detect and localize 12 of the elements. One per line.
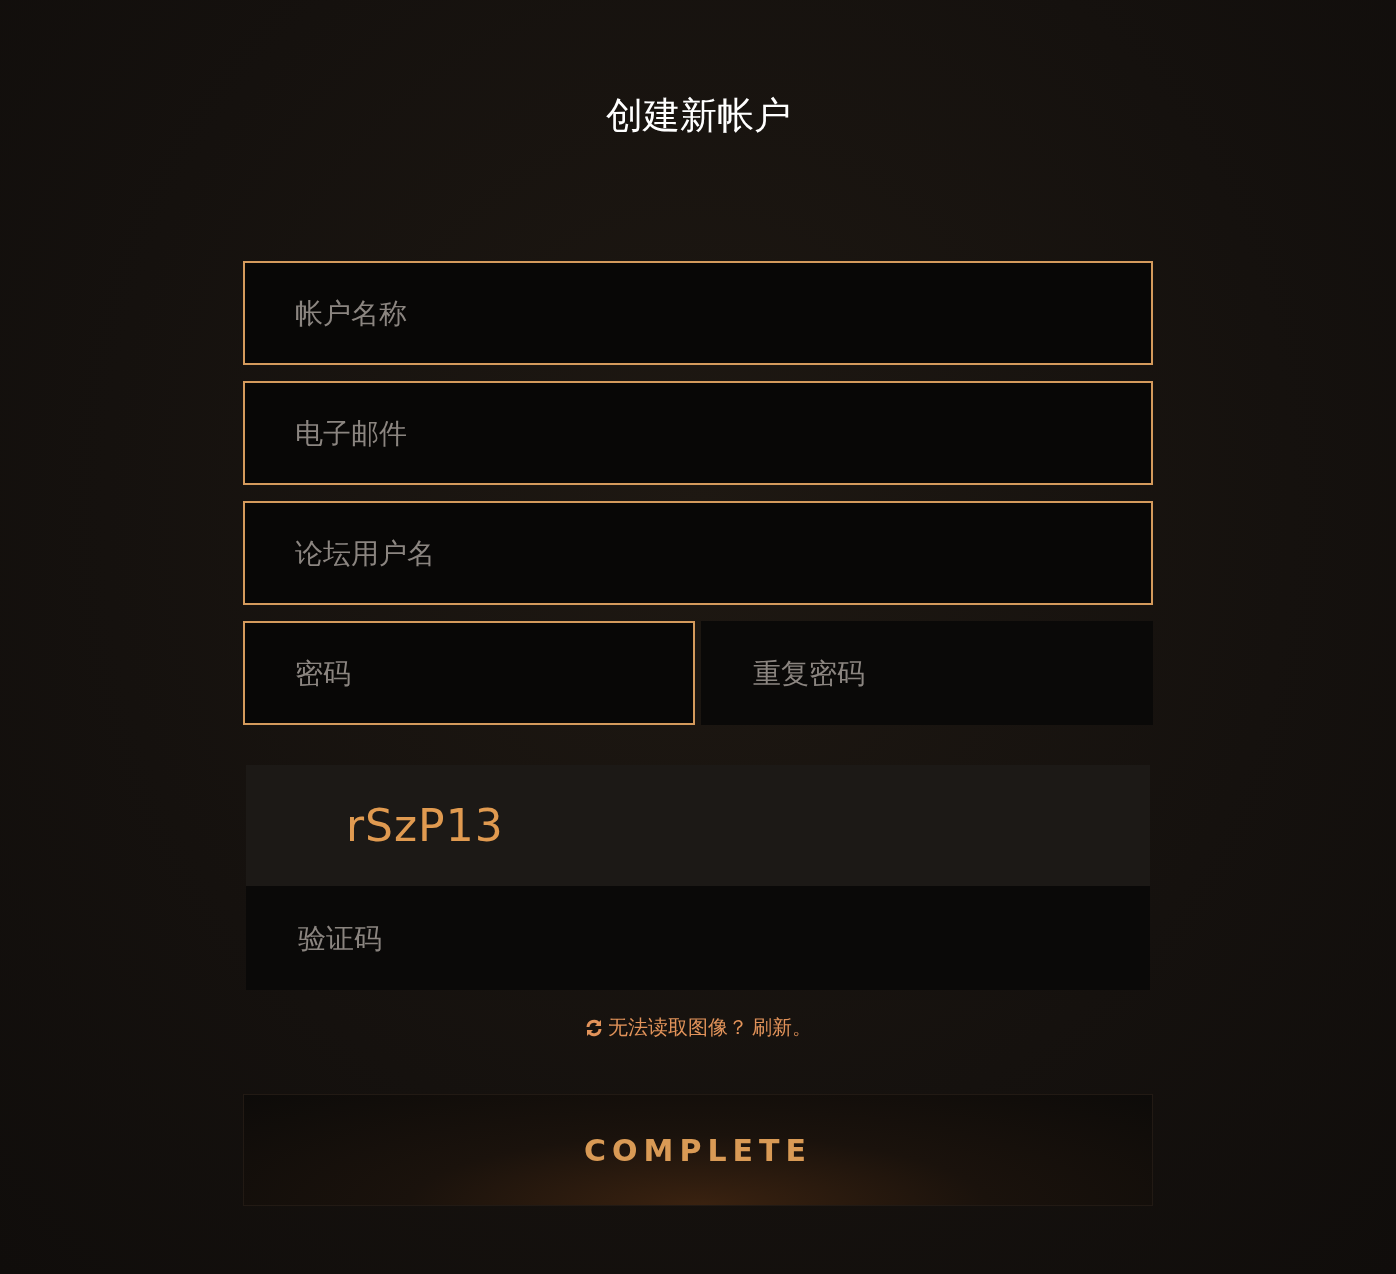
refresh-link[interactable]: 刷新。 xyxy=(752,1014,812,1041)
complete-button[interactable]: COMPLETE xyxy=(243,1094,1153,1206)
captcha-code: rSzP13 xyxy=(346,800,504,851)
password-field[interactable]: 密码 xyxy=(243,621,695,725)
refresh-icon[interactable] xyxy=(584,1017,604,1038)
input-field[interactable]: 电子邮件 xyxy=(243,381,1153,485)
input-field[interactable]: 论坛用户名 xyxy=(243,501,1153,605)
input-field[interactable]: 帐户名称 xyxy=(243,261,1153,365)
page-title: 创建新帐户 xyxy=(604,93,792,139)
captcha-field[interactable]: 验证码 xyxy=(246,886,1150,990)
refresh-question: 无法读取图像？ xyxy=(608,1014,748,1041)
password-field[interactable]: 重复密码 xyxy=(701,621,1153,725)
